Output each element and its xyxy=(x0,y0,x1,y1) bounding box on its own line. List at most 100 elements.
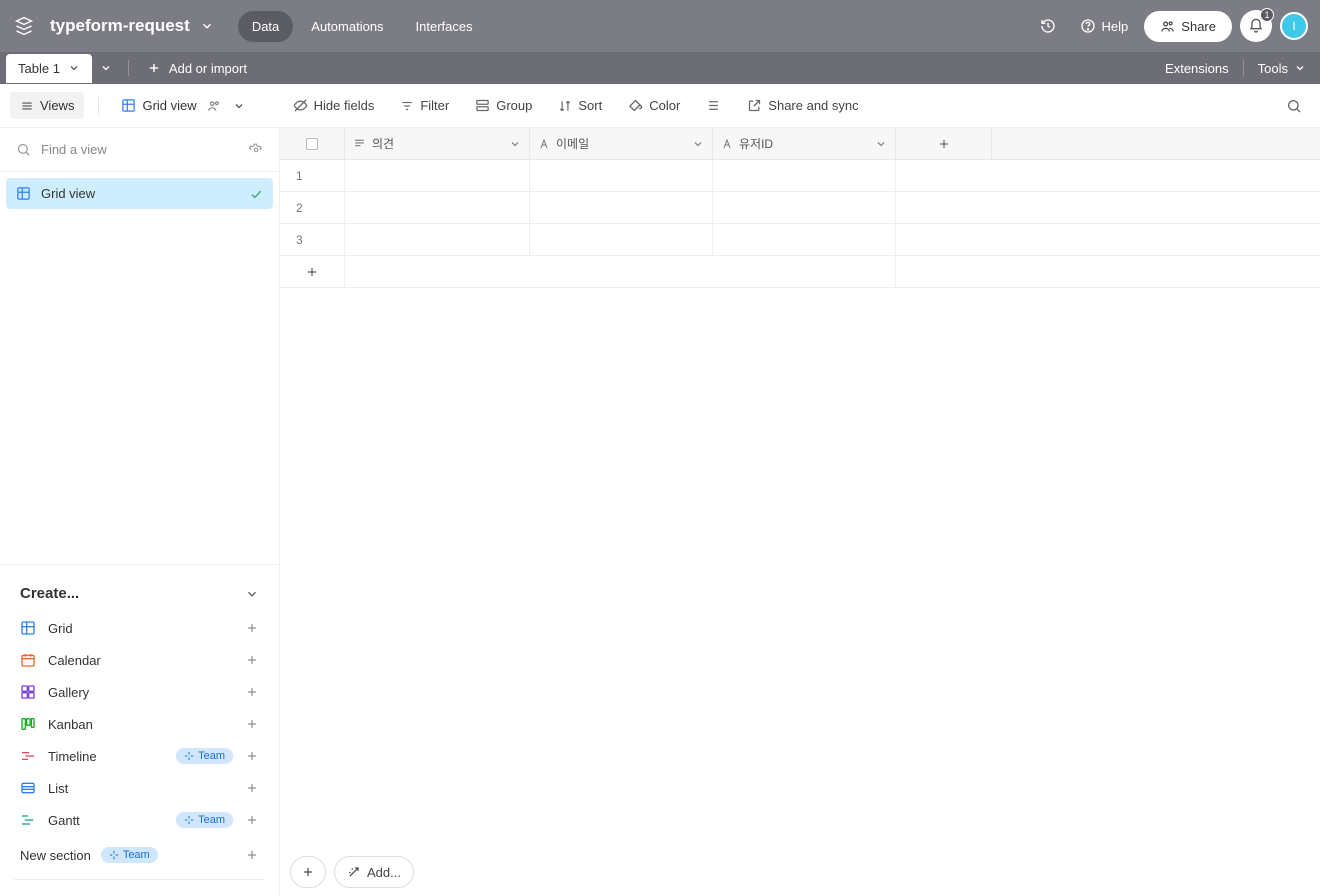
create-view-gallery[interactable]: Gallery xyxy=(4,676,275,708)
create-section-title: Create... xyxy=(20,585,245,602)
share-sync-button[interactable]: Share and sync xyxy=(739,92,866,119)
current-view-button[interactable]: Grid view xyxy=(113,92,252,119)
views-toggle-button[interactable]: Views xyxy=(10,92,84,119)
views-label: Views xyxy=(40,98,74,113)
create-section-toggle[interactable]: Create... xyxy=(4,579,275,612)
help-button[interactable]: Help xyxy=(1072,18,1137,34)
row-number: 2 xyxy=(280,192,345,223)
plus-icon xyxy=(245,653,259,667)
chevron-down-icon[interactable] xyxy=(875,138,887,150)
cell[interactable] xyxy=(713,192,896,223)
plus-icon xyxy=(245,848,259,862)
cell[interactable] xyxy=(713,224,896,255)
column-name: 의견 xyxy=(372,135,503,152)
plus-icon xyxy=(937,137,951,151)
column-name: 유저ID xyxy=(739,135,869,152)
chevron-down-icon[interactable] xyxy=(692,138,704,150)
add-column-button[interactable] xyxy=(896,128,992,159)
sparkle-icon xyxy=(109,850,119,860)
tab-automations[interactable]: Automations xyxy=(297,11,397,42)
table-list-chevron[interactable] xyxy=(92,52,120,84)
search-records-button[interactable] xyxy=(1278,92,1310,120)
avatar[interactable]: I xyxy=(1280,12,1308,40)
search-icon xyxy=(16,142,31,157)
plus-icon xyxy=(301,865,315,879)
row-number: 1 xyxy=(280,160,345,191)
tools-button[interactable]: Tools xyxy=(1244,52,1320,84)
notifications-button[interactable]: 1 xyxy=(1240,10,1272,42)
filter-button[interactable]: Filter xyxy=(392,92,457,119)
table-tab[interactable]: Table 1 xyxy=(6,54,92,83)
create-item-label: Calendar xyxy=(48,653,233,668)
find-view-input[interactable]: Find a view xyxy=(0,128,279,172)
cell[interactable] xyxy=(345,160,530,191)
group-icon xyxy=(475,98,490,113)
cell[interactable] xyxy=(345,224,530,255)
group-label: Group xyxy=(496,98,532,113)
footer-add-row-button[interactable] xyxy=(290,856,326,888)
new-section-button[interactable]: New section Team xyxy=(4,836,275,873)
cell[interactable] xyxy=(345,192,530,223)
history-icon[interactable] xyxy=(1032,10,1064,42)
sort-label: Sort xyxy=(578,98,602,113)
search-icon xyxy=(1286,98,1302,114)
cell[interactable] xyxy=(530,160,713,191)
select-all-checkbox[interactable] xyxy=(280,128,345,159)
sort-icon xyxy=(558,99,572,113)
create-view-calendar[interactable]: Calendar xyxy=(4,644,275,676)
sidebar-view-grid[interactable]: Grid view xyxy=(6,178,273,209)
create-item-label: Timeline xyxy=(48,749,164,764)
grid-icon xyxy=(16,186,31,201)
base-name[interactable]: typeform-request xyxy=(50,16,190,36)
group-button[interactable]: Group xyxy=(467,92,540,119)
find-view-placeholder: Find a view xyxy=(41,142,107,157)
plus-icon xyxy=(245,749,259,763)
create-item-label: Grid xyxy=(48,621,233,636)
footer-add-button[interactable]: Add... xyxy=(334,856,414,888)
create-view-grid[interactable]: Grid xyxy=(4,612,275,644)
plus-icon xyxy=(245,813,259,827)
grid-icon xyxy=(121,98,136,113)
create-view-timeline[interactable]: Timeline Team xyxy=(4,740,275,772)
notifications-badge: 1 xyxy=(1260,8,1274,22)
create-view-gantt[interactable]: Gantt Team xyxy=(4,804,275,836)
row-height-button[interactable] xyxy=(698,92,729,119)
chevron-down-icon xyxy=(233,100,245,112)
timeline-icon xyxy=(20,748,36,764)
chevron-down-icon[interactable] xyxy=(509,138,521,150)
column-header-2[interactable]: 유저ID xyxy=(713,128,896,159)
tab-data[interactable]: Data xyxy=(238,11,293,42)
plus-icon xyxy=(147,61,161,75)
chevron-down-icon xyxy=(1294,62,1306,74)
add-or-import-button[interactable]: Add or import xyxy=(137,61,257,76)
cell[interactable] xyxy=(530,224,713,255)
kanban-icon xyxy=(20,716,36,732)
create-view-kanban[interactable]: Kanban xyxy=(4,708,275,740)
table-row[interactable]: 2 xyxy=(280,192,1320,224)
hide-fields-label: Hide fields xyxy=(314,98,375,113)
add-row-button[interactable] xyxy=(280,256,345,287)
cell[interactable] xyxy=(530,192,713,223)
tab-interfaces[interactable]: Interfaces xyxy=(402,11,487,42)
hide-fields-button[interactable]: Hide fields xyxy=(285,92,383,119)
sparkle-icon xyxy=(184,815,194,825)
team-pill: Team xyxy=(176,748,233,764)
add-or-import-label: Add or import xyxy=(169,61,247,76)
check-icon xyxy=(249,187,263,201)
table-row[interactable]: 3 xyxy=(280,224,1320,256)
share-button[interactable]: Share xyxy=(1144,11,1232,42)
color-button[interactable]: Color xyxy=(620,92,688,119)
column-header-0[interactable]: 의견 xyxy=(345,128,530,159)
extensions-button[interactable]: Extensions xyxy=(1151,52,1243,84)
create-view-list[interactable]: List xyxy=(4,772,275,804)
app-logo-icon[interactable] xyxy=(12,14,36,38)
column-header-1[interactable]: 이메일 xyxy=(530,128,713,159)
text-icon xyxy=(721,138,733,150)
footer-add-label: Add... xyxy=(367,865,401,880)
grid-icon xyxy=(20,620,36,636)
settings-icon[interactable] xyxy=(249,143,263,157)
sort-button[interactable]: Sort xyxy=(550,92,610,119)
table-row[interactable]: 1 xyxy=(280,160,1320,192)
base-menu-chevron-icon[interactable] xyxy=(200,19,214,33)
cell[interactable] xyxy=(713,160,896,191)
